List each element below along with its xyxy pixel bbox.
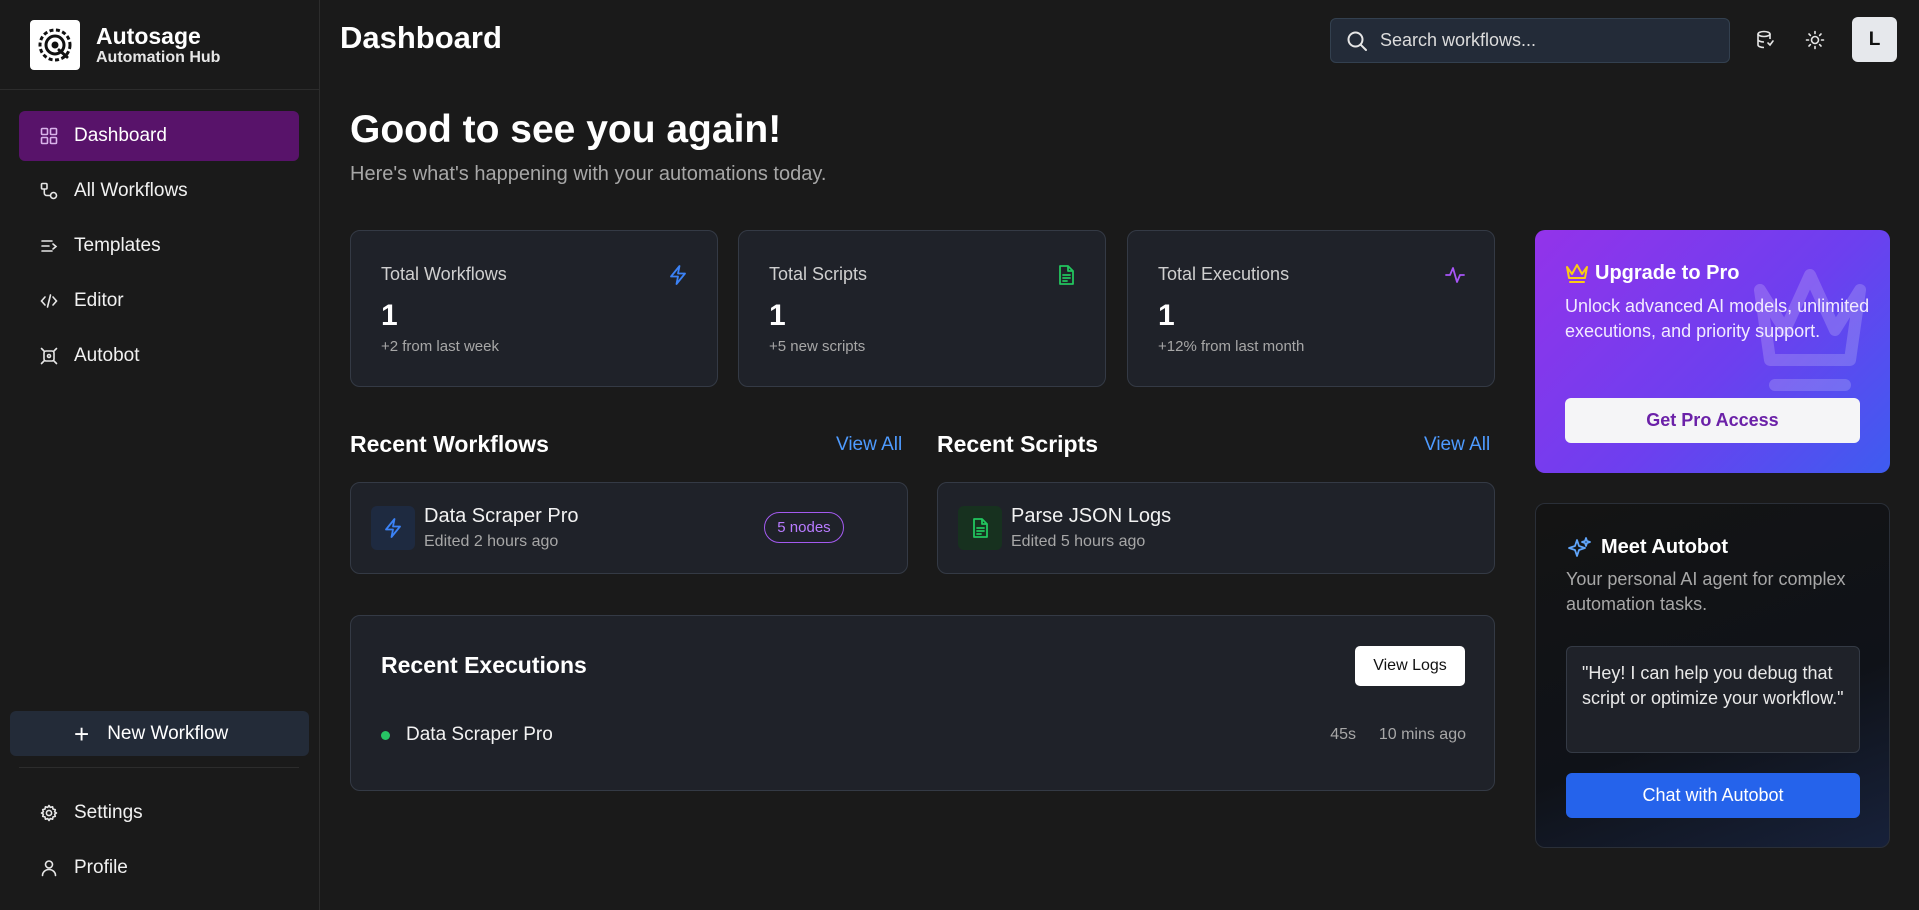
code-icon — [39, 291, 59, 311]
workflow-edited: Edited 2 hours ago — [424, 533, 559, 550]
autobot-card: Meet Autobot Your personal AI agent for … — [1535, 503, 1890, 848]
file-icon — [958, 506, 1002, 550]
stat-value: 1 — [381, 299, 398, 332]
sun-icon[interactable] — [1803, 28, 1827, 52]
sidebar-item-autobot[interactable]: Autobot — [19, 331, 299, 381]
search-bar[interactable] — [1330, 18, 1730, 63]
stat-label: Total Executions — [1158, 264, 1290, 284]
brand-name: Autosage — [96, 22, 201, 49]
upgrade-title: Upgrade to Pro — [1595, 262, 1740, 284]
avatar[interactable]: L — [1852, 17, 1897, 62]
file-icon — [1055, 264, 1077, 286]
sidebar-item-all-workflows[interactable]: All Workflows — [19, 166, 299, 216]
brand[interactable]: Autosage Automation Hub — [0, 0, 319, 90]
status-dot — [381, 731, 390, 740]
execution-duration: 45s — [1330, 726, 1356, 743]
sidebar-item-profile[interactable]: Profile — [19, 843, 299, 893]
nodes-badge: 5 nodes — [764, 512, 844, 543]
sidebar-item-label: Profile — [74, 857, 128, 878]
upgrade-card: Upgrade to Pro Unlock advanced AI models… — [1535, 230, 1890, 473]
workflow-icon — [39, 181, 59, 201]
user-icon — [39, 858, 59, 878]
workflow-list-item[interactable]: Data Scraper Pro Edited 2 hours ago 5 no… — [350, 482, 908, 574]
script-name: Parse JSON Logs — [1011, 505, 1172, 527]
sidebar-item-label: Dashboard — [74, 125, 167, 146]
stat-note: +5 new scripts — [769, 338, 866, 355]
recent-executions-title: Recent Executions — [381, 652, 587, 678]
upgrade-description: Unlock advanced AI models, unlimited exe… — [1565, 296, 1870, 341]
workflows-view-all-link[interactable]: View All — [836, 434, 902, 456]
stat-value: 1 — [1158, 299, 1175, 332]
sidebar-item-editor[interactable]: Editor — [19, 276, 299, 326]
execution-time: 10 mins ago — [1378, 726, 1466, 743]
chat-with-autobot-button[interactable]: Chat with Autobot — [1566, 773, 1860, 818]
bot-icon — [39, 346, 59, 366]
bolt-icon — [667, 264, 689, 286]
get-pro-access-button[interactable]: Get Pro Access — [1565, 398, 1860, 443]
autobot-description: Your personal AI agent for complex autom… — [1566, 569, 1846, 614]
view-logs-button[interactable]: View Logs — [1355, 646, 1465, 686]
page-title: Dashboard — [340, 20, 502, 55]
stat-card-executions: Total Executions 1 +12% from last month — [1127, 230, 1495, 387]
recent-workflows-title: Recent Workflows — [350, 431, 549, 457]
stat-card-scripts: Total Scripts 1 +5 new scripts — [738, 230, 1106, 387]
sidebar-item-dashboard[interactable]: Dashboard — [19, 111, 299, 161]
stat-value: 1 — [769, 299, 786, 332]
autobot-title: Meet Autobot — [1601, 536, 1729, 558]
sidebar-item-settings[interactable]: Settings — [19, 788, 299, 838]
workflow-name: Data Scraper Pro — [424, 505, 579, 527]
sidebar-item-label: Templates — [74, 235, 161, 256]
welcome-heading: Good to see you again! — [350, 108, 782, 151]
database-icon[interactable] — [1753, 28, 1777, 52]
crown-icon — [1565, 262, 1589, 284]
search-input[interactable] — [1380, 30, 1720, 51]
script-list-item[interactable]: Parse JSON Logs Edited 5 hours ago — [937, 482, 1495, 574]
grid-icon — [39, 126, 59, 146]
gear-icon — [39, 803, 59, 823]
sidebar-item-label: All Workflows — [74, 180, 188, 201]
search-icon — [1346, 30, 1368, 52]
sidebar-nav: Dashboard All Workflows Templates Editor… — [19, 111, 299, 386]
recent-executions-card: Recent Executions View Logs Data Scraper… — [350, 615, 1495, 791]
autobot-quote: "Hey! I can help you debug that script o… — [1566, 646, 1860, 753]
execution-row[interactable]: Data Scraper Pro 45s 10 mins ago — [381, 723, 1466, 747]
activity-icon — [1444, 264, 1466, 286]
new-workflow-button[interactable]: + New Workflow — [10, 711, 309, 756]
welcome-subtitle: Here's what's happening with your automa… — [350, 163, 827, 185]
recent-scripts-title: Recent Scripts — [937, 431, 1099, 457]
bolt-icon — [371, 506, 415, 550]
stat-label: Total Workflows — [381, 264, 507, 284]
sidebar: Autosage Automation Hub Dashboard All Wo… — [0, 0, 320, 910]
brand-subtitle: Automation Hub — [96, 48, 221, 66]
stat-card-workflows: Total Workflows 1 +2 from last week — [350, 230, 718, 387]
scripts-view-all-link[interactable]: View All — [1424, 434, 1490, 456]
sidebar-item-label: Autobot — [74, 345, 140, 366]
sidebar-item-label: Editor — [74, 290, 124, 311]
brand-logo-icon — [30, 19, 80, 70]
stat-note: +2 from last week — [381, 338, 499, 355]
sparkles-icon — [1566, 536, 1592, 562]
sidebar-item-label: Settings — [74, 802, 143, 823]
execution-name: Data Scraper Pro — [406, 724, 553, 745]
new-workflow-label: New Workflow — [107, 722, 229, 744]
sidebar-bottom: Settings Profile — [19, 767, 299, 878]
stat-note: +12% from last month — [1158, 338, 1305, 355]
stat-label: Total Scripts — [769, 264, 868, 284]
plus-icon: + — [74, 718, 90, 749]
list-icon — [39, 236, 59, 256]
sidebar-item-templates[interactable]: Templates — [19, 221, 299, 271]
script-edited: Edited 5 hours ago — [1011, 533, 1146, 550]
